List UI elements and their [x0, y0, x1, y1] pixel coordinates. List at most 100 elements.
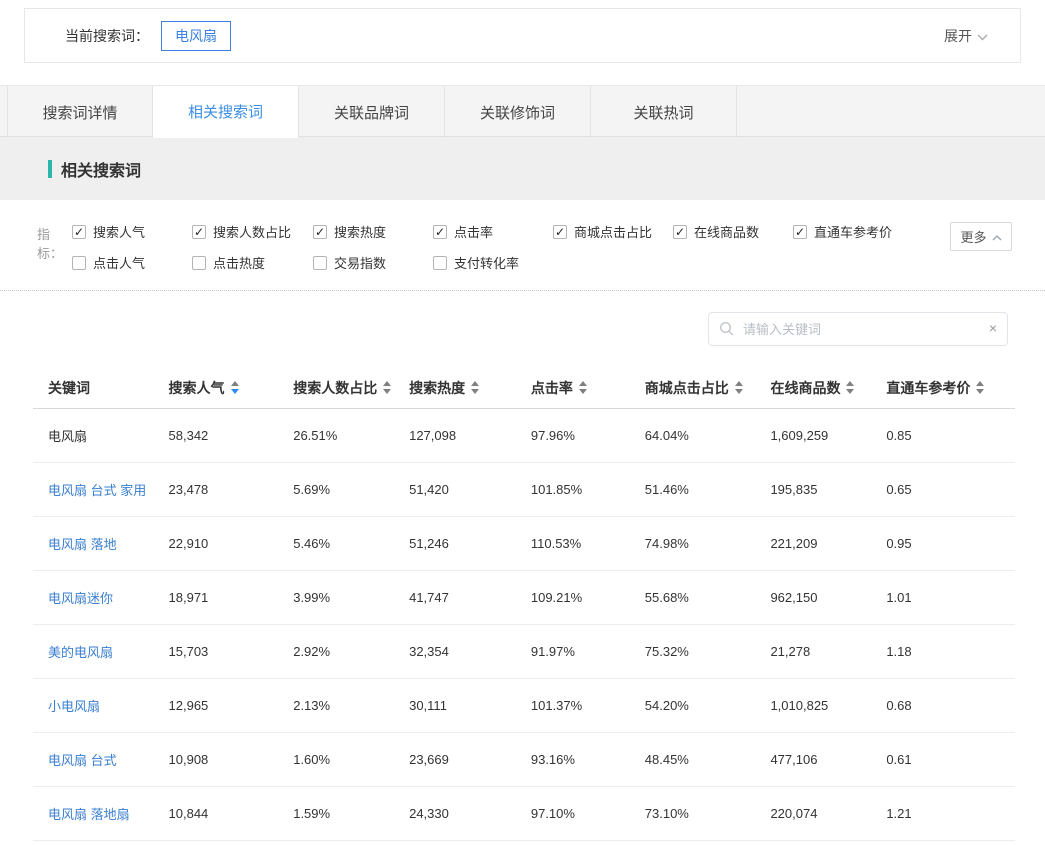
value-cell: 0.65	[886, 482, 1015, 497]
checkbox-unchecked-icon[interactable]	[192, 256, 206, 270]
sort-icon[interactable]	[579, 381, 587, 394]
metric-label: 点击率	[454, 222, 493, 241]
value-cell: 1.60%	[293, 752, 409, 767]
keyword-cell: 电风扇迷你	[33, 588, 169, 607]
checkbox-checked-icon[interactable]: ✓	[673, 225, 687, 239]
tab-关联修饰词[interactable]: 关联修饰词	[445, 86, 591, 138]
value-cell: 97.96%	[531, 428, 645, 443]
value-cell: 1.21	[886, 806, 1015, 821]
search-input[interactable]	[708, 312, 1008, 346]
checkbox-checked-icon[interactable]: ✓	[433, 225, 447, 239]
value-cell: 0.85	[886, 428, 1015, 443]
metric-label: 点击热度	[213, 253, 265, 272]
chevron-down-icon	[977, 28, 988, 44]
value-cell: 74.98%	[645, 536, 771, 551]
column-header-直通车参考价[interactable]: 直通车参考价	[886, 378, 1015, 398]
value-cell: 0.61	[886, 752, 1015, 767]
keyword-link[interactable]: 电风扇 落地	[48, 537, 117, 552]
sort-icon[interactable]	[231, 381, 239, 394]
tab-相关搜索词[interactable]: 相关搜索词	[153, 86, 299, 138]
value-cell: 0.95	[886, 536, 1015, 551]
keyword-link[interactable]: 电风扇 落地扇	[48, 807, 130, 822]
sort-asc-arrow	[471, 381, 479, 386]
column-header-点击率[interactable]: 点击率	[531, 378, 645, 398]
chevron-up-icon	[992, 229, 1002, 244]
section-header: 相关搜索词	[0, 137, 1045, 200]
expand-toggle[interactable]: 展开	[944, 26, 988, 46]
keyword-link[interactable]: 电风扇迷你	[48, 591, 113, 606]
current-keyword-tag[interactable]: 电风扇	[161, 21, 231, 51]
sort-desc-arrow	[846, 389, 854, 394]
sort-asc-arrow	[976, 381, 984, 386]
sort-asc-arrow	[231, 381, 239, 386]
search-row: ×	[0, 291, 1045, 367]
column-header-在线商品数[interactable]: 在线商品数	[770, 378, 886, 398]
metrics-row-1: ✓搜索人气✓搜索人数占比✓搜索热度✓点击率✓商城点击占比✓在线商品数✓直通车参考…	[72, 222, 1012, 241]
checkbox-checked-icon[interactable]: ✓	[793, 225, 807, 239]
keyword-search-box: ×	[708, 312, 1008, 346]
keyword-cell: 电风扇 落地	[33, 534, 169, 553]
expand-label: 展开	[944, 26, 972, 46]
metric-label: 支付转化率	[454, 253, 519, 272]
column-header-搜索热度[interactable]: 搜索热度	[409, 378, 531, 398]
value-cell: 75.32%	[645, 644, 771, 659]
value-cell: 22,910	[169, 536, 294, 551]
metric-label: 交易指数	[334, 253, 386, 272]
tab-关联品牌词[interactable]: 关联品牌词	[299, 86, 445, 138]
metric-label: 搜索热度	[334, 222, 386, 241]
checkbox-unchecked-icon[interactable]	[72, 256, 86, 270]
value-cell: 109.21%	[531, 590, 645, 605]
sort-icon[interactable]	[383, 381, 391, 394]
value-cell: 51,246	[409, 536, 531, 551]
metric-label: 直通车参考价	[814, 222, 892, 241]
keyword-link: 电风扇	[48, 429, 87, 444]
current-search-label: 当前搜索词：	[65, 26, 149, 46]
keyword-link[interactable]: 电风扇 台式 家用	[48, 483, 146, 498]
clear-icon[interactable]: ×	[989, 320, 997, 336]
metric-点击热度: 点击热度	[192, 253, 313, 272]
checkbox-checked-icon[interactable]: ✓	[72, 225, 86, 239]
metric-label: 搜索人气	[93, 222, 145, 241]
value-cell: 1,010,825	[770, 698, 886, 713]
column-label: 商城点击占比	[645, 378, 729, 398]
metric-搜索热度: ✓ 搜索热度	[313, 222, 433, 241]
keyword-link[interactable]: 美的电风扇	[48, 645, 113, 660]
value-cell: 32,354	[409, 644, 531, 659]
more-button[interactable]: 更多	[950, 222, 1012, 251]
sort-icon[interactable]	[471, 381, 479, 394]
table-row: 电风扇 台式 家用23,4785.69%51,420101.85%51.46%1…	[33, 463, 1015, 517]
table-row: 电风扇 落地22,9105.46%51,246110.53%74.98%221,…	[33, 517, 1015, 571]
column-header-搜索人数占比[interactable]: 搜索人数占比	[293, 378, 409, 398]
sort-icon[interactable]	[846, 381, 854, 394]
tab-关联热词[interactable]: 关联热词	[591, 86, 737, 138]
table-row: 美的电风扇15,7032.92%32,35491.97%75.32%21,278…	[33, 625, 1015, 679]
table-row: 电风扇 落地扇10,8441.59%24,33097.10%73.10%220,…	[33, 787, 1015, 841]
value-cell: 23,478	[169, 482, 294, 497]
value-cell: 58,342	[169, 428, 294, 443]
checkbox-checked-icon[interactable]: ✓	[553, 225, 567, 239]
column-header-搜索人气[interactable]: 搜索人气	[169, 378, 294, 398]
value-cell: 10,908	[169, 752, 294, 767]
value-cell: 41,747	[409, 590, 531, 605]
checkbox-unchecked-icon[interactable]	[433, 256, 447, 270]
metric-label: 搜索人数占比	[213, 222, 291, 241]
sort-desc-arrow	[471, 389, 479, 394]
sort-icon[interactable]	[976, 381, 984, 394]
tab-bar: 搜索词详情相关搜索词关联品牌词关联修饰词关联热词	[0, 85, 1045, 137]
tab-搜索词详情[interactable]: 搜索词详情	[7, 86, 153, 138]
related-keywords-table: 关键词 搜索人气搜索人数占比搜索热度点击率商城点击占比 在线商品数直通车参考价 电风…	[33, 367, 1015, 841]
checkbox-unchecked-icon[interactable]	[313, 256, 327, 270]
sort-icon[interactable]	[735, 381, 743, 394]
column-header-商城点击占比[interactable]: 商城点击占比	[645, 378, 771, 398]
value-cell: 97.10%	[531, 806, 645, 821]
keyword-link[interactable]: 电风扇 台式	[48, 753, 117, 768]
column-label: 关键词	[48, 378, 90, 398]
table-body: 电风扇58,34226.51%127,09897.96%64.04%1,609,…	[33, 409, 1015, 841]
keyword-link[interactable]: 小电风扇	[48, 699, 100, 714]
value-cell: 220,074	[770, 806, 886, 821]
sort-desc-arrow	[231, 389, 239, 394]
value-cell: 0.68	[886, 698, 1015, 713]
sort-desc-arrow	[976, 389, 984, 394]
checkbox-checked-icon[interactable]: ✓	[192, 225, 206, 239]
checkbox-checked-icon[interactable]: ✓	[313, 225, 327, 239]
